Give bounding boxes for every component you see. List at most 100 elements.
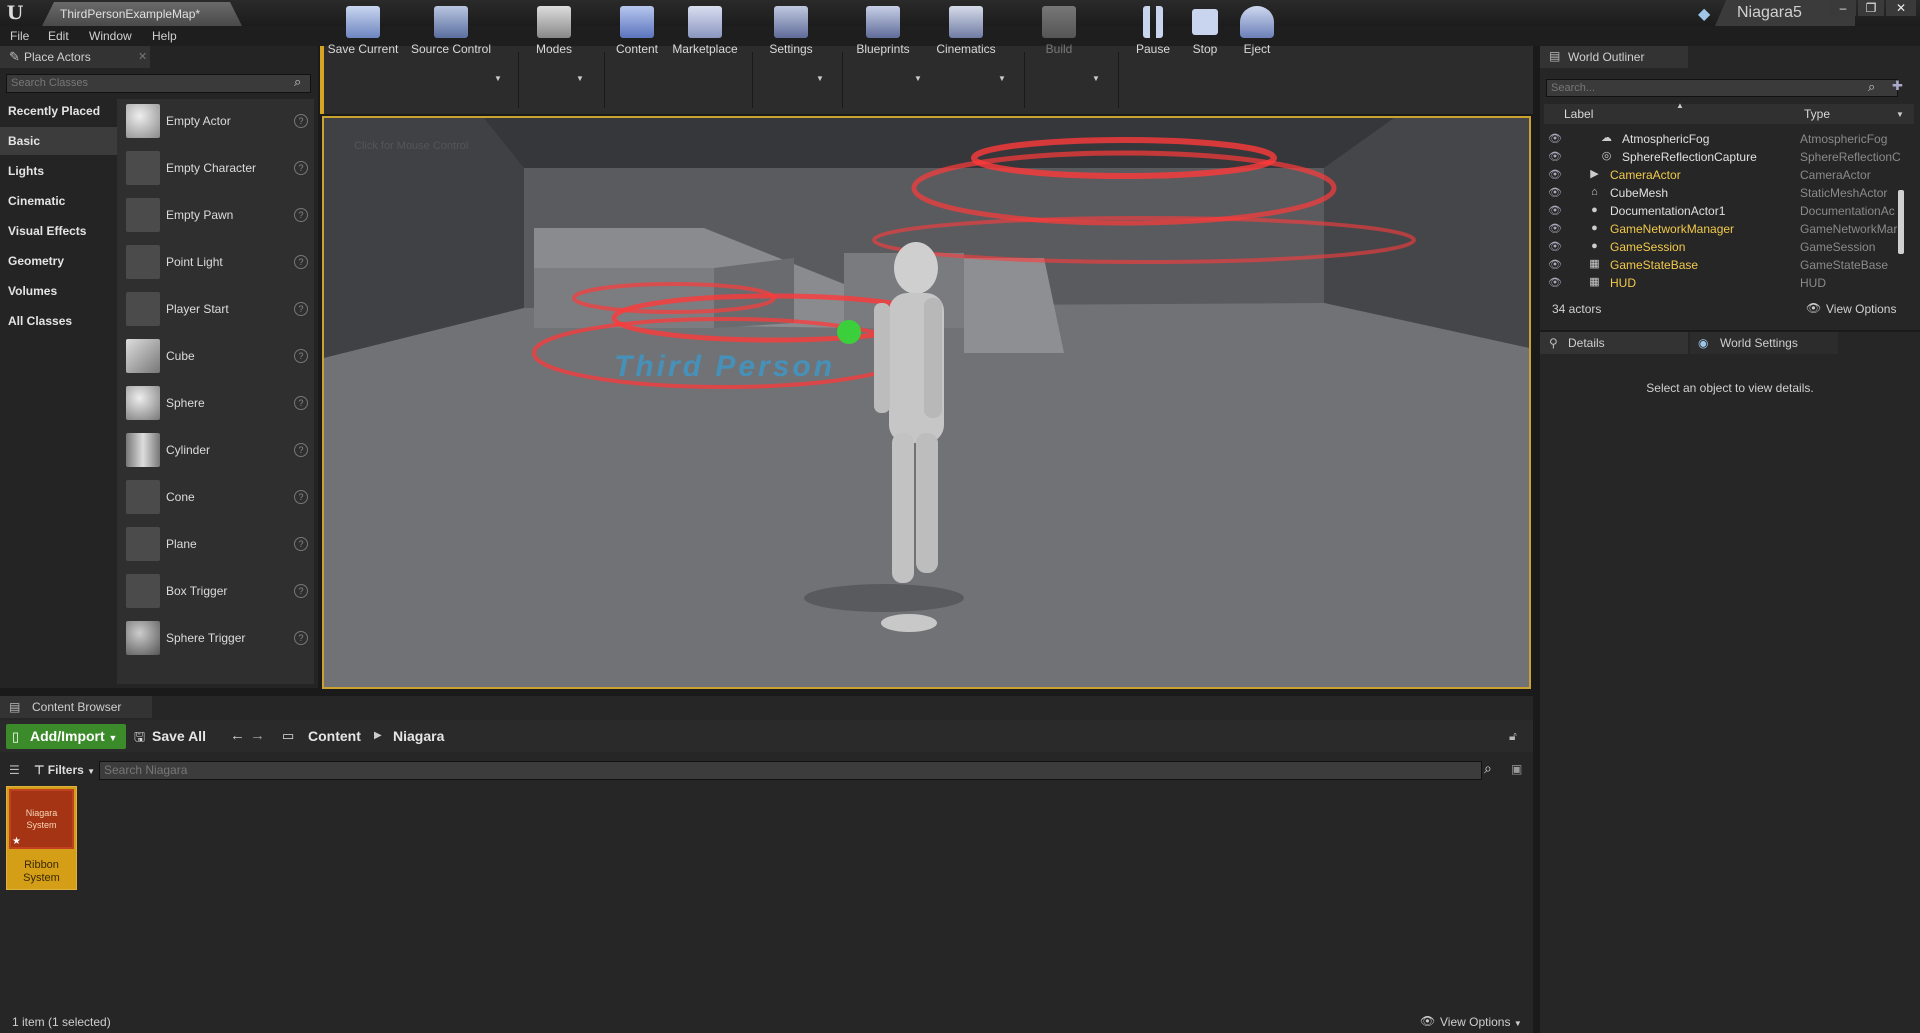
chevron-down-icon[interactable]: ▼	[1092, 74, 1100, 83]
tab-close-icon[interactable]: ✕	[138, 50, 147, 63]
outliner-view-options[interactable]: View Options	[1826, 302, 1896, 316]
help-icon[interactable]: ?	[294, 584, 308, 598]
visibility-eye-icon[interactable]: 👁	[1548, 186, 1562, 199]
help-icon[interactable]: ?	[294, 208, 308, 222]
menu-file[interactable]: File	[10, 29, 29, 43]
outliner-row[interactable]: 👁 ⌂ CubeMesh StaticMeshActor	[1544, 184, 1904, 202]
eject-button[interactable]: Eject	[1232, 0, 1282, 68]
actor-item[interactable]: Empty Pawn?	[120, 194, 314, 240]
help-icon[interactable]: ?	[294, 396, 308, 410]
visibility-eye-icon[interactable]: 👁	[1548, 240, 1562, 253]
blueprints-button[interactable]: Blueprints	[850, 0, 916, 68]
visibility-eye-icon[interactable]: 👁	[1548, 276, 1562, 289]
source-control-button[interactable]: Source Control	[408, 0, 494, 68]
visibility-eye-icon[interactable]: 👁	[1548, 222, 1562, 235]
world-outliner-tab[interactable]: World Outliner	[1540, 46, 1688, 68]
actor-item[interactable]: Box Trigger?	[120, 570, 314, 616]
marketplace-button[interactable]: Marketplace	[668, 0, 742, 68]
level-viewport[interactable]: Click for Mouse Control Third Person	[322, 116, 1531, 689]
build-button[interactable]: Build	[1032, 0, 1086, 68]
help-icon[interactable]: ?	[294, 349, 308, 363]
visibility-eye-icon[interactable]: 👁	[1548, 258, 1562, 271]
modes-button[interactable]: Modes	[526, 0, 582, 68]
minimize-icon[interactable]: –	[1830, 0, 1856, 16]
category-volumes[interactable]: Volumes	[0, 277, 117, 305]
outliner-row[interactable]: 👁 ▦ GameStateBase GameStateBase	[1544, 256, 1904, 274]
category-visual-effects[interactable]: Visual Effects	[0, 217, 117, 245]
breadcrumb-content[interactable]: Content	[308, 728, 361, 744]
add-folder-icon[interactable]: ✚	[1892, 78, 1903, 94]
add-import-button[interactable]: Add/Import ▼	[6, 724, 126, 749]
chevron-down-icon[interactable]: ▼	[914, 74, 922, 83]
help-icon[interactable]: ?	[294, 161, 308, 175]
settings-button[interactable]: Settings	[760, 0, 822, 68]
chevron-down-icon[interactable]: ▼	[1896, 110, 1904, 119]
chevron-down-icon[interactable]: ▼	[576, 74, 584, 83]
actor-item[interactable]: Cylinder?	[120, 429, 314, 475]
unreal-logo-icon[interactable]: U	[4, 2, 26, 24]
actor-item[interactable]: Point Light?	[120, 241, 314, 287]
chevron-down-icon[interactable]: ▼	[816, 74, 824, 83]
outliner-row[interactable]: 👁 ◎ SphereReflectionCapture SphereReflectio…	[1544, 148, 1904, 166]
menu-window[interactable]: Window	[89, 29, 132, 43]
pause-button[interactable]: Pause	[1128, 0, 1178, 68]
world-settings-tab[interactable]: World Settings	[1690, 332, 1838, 354]
outliner-row[interactable]: 👁 ● GameNetworkManager GameNetworkMar	[1544, 220, 1904, 238]
help-icon[interactable]: ?	[294, 443, 308, 457]
save-all-button[interactable]: Save All	[152, 728, 206, 744]
search-classes-input[interactable]: Search Classes	[6, 74, 311, 93]
stop-button[interactable]: Stop	[1182, 0, 1228, 68]
chevron-down-icon[interactable]: ▼	[494, 74, 502, 83]
actor-item[interactable]: Sphere?	[120, 382, 314, 428]
visibility-eye-icon[interactable]: 👁	[1548, 204, 1562, 217]
outliner-row[interactable]: 👁 ● DocumentationActor1 DocumentationAc	[1544, 202, 1904, 220]
maximize-icon[interactable]: ❐	[1858, 0, 1884, 16]
help-icon[interactable]: ?	[294, 490, 308, 504]
actor-item[interactable]: Plane?	[120, 523, 314, 569]
outliner-row[interactable]: 👁 ▦ HUD HUD	[1544, 274, 1904, 292]
visibility-eye-icon[interactable]: 👁	[1548, 132, 1562, 145]
help-icon[interactable]: ?	[294, 114, 308, 128]
details-tab[interactable]: Details	[1540, 332, 1688, 354]
outliner-row[interactable]: 👁 ▶ CameraActor CameraActor	[1544, 166, 1904, 184]
menu-edit[interactable]: Edit	[48, 29, 69, 43]
actor-item[interactable]: Player Start?	[120, 288, 314, 334]
column-label[interactable]: Label	[1564, 107, 1593, 121]
actor-item[interactable]: Cone?	[120, 476, 314, 522]
level-tab[interactable]: ThirdPersonExampleMap*	[42, 2, 242, 26]
category-cinematic[interactable]: Cinematic	[0, 187, 117, 215]
content-button[interactable]: Content	[612, 0, 662, 68]
save-current-button[interactable]: Save Current	[326, 0, 400, 68]
help-icon[interactable]: ?	[294, 631, 308, 645]
help-icon[interactable]: ?	[294, 537, 308, 551]
content-view-options[interactable]: View Options ▼	[1440, 1015, 1522, 1029]
save-search-icon[interactable]: ▣	[1511, 762, 1522, 776]
back-arrow-icon[interactable]: ←	[230, 727, 245, 744]
outliner-search-input[interactable]: Search...	[1546, 79, 1898, 97]
filters-button[interactable]: ⊤ Filters ▼	[34, 763, 95, 777]
visibility-eye-icon[interactable]: 👁	[1548, 150, 1562, 163]
outliner-row[interactable]: 👁 ☁ AtmosphericFog AtmosphericFog	[1544, 130, 1904, 148]
place-actors-tab[interactable]: Place Actors	[0, 46, 150, 68]
actor-item[interactable]: Empty Character?	[120, 147, 314, 193]
category-geometry[interactable]: Geometry	[0, 247, 117, 275]
outliner-row[interactable]: 👁 ● GameSession GameSession	[1544, 238, 1904, 256]
menu-help[interactable]: Help	[152, 29, 177, 43]
breadcrumb-niagara[interactable]: Niagara	[393, 728, 444, 744]
actor-item[interactable]: Cube?	[120, 335, 314, 381]
content-search-input[interactable]: Search Niagara	[99, 761, 1482, 780]
cinematics-button[interactable]: Cinematics	[930, 0, 1002, 68]
actor-item[interactable]: Empty Actor?	[120, 100, 314, 146]
chevron-down-icon[interactable]: ▼	[998, 74, 1006, 83]
breadcrumb-arrow-icon[interactable]: ▶	[374, 730, 382, 741]
close-icon[interactable]: ✕	[1886, 0, 1916, 16]
category-basic[interactable]: Basic	[0, 127, 117, 155]
category-recently-placed[interactable]: Recently Placed	[0, 97, 117, 125]
sources-toggle-icon[interactable]: ☰	[9, 763, 20, 777]
content-browser-tab[interactable]: Content Browser	[0, 696, 152, 718]
actor-item[interactable]: Sphere Trigger?	[120, 617, 314, 663]
lock-icon[interactable]: 🔓︎	[1509, 729, 1517, 744]
category-lights[interactable]: Lights	[0, 157, 117, 185]
help-icon[interactable]: ?	[294, 302, 308, 316]
help-icon[interactable]: ?	[294, 255, 308, 269]
